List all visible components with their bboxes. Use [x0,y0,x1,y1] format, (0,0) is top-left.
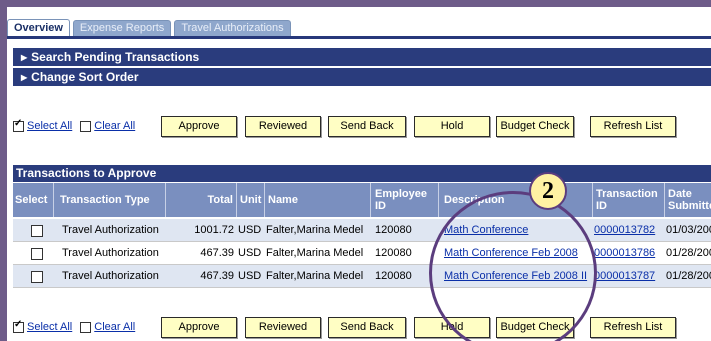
cell-name: Falter,Marina Medel [266,224,364,236]
cell-transaction-type: Travel Authorization [62,270,159,282]
reviewed-button[interactable]: Reviewed [245,116,321,137]
top-action-row: Select All Clear All Approve Reviewed Se… [13,115,711,137]
col-employee-id[interactable]: Employee ID [371,183,439,217]
select-all-link[interactable]: Select All [27,321,72,333]
select-all-checkbox-icon [13,319,24,333]
description-link[interactable]: Math Conference Feb 2008 II [444,270,587,282]
column-header-row: Select Transaction Type Total Unit Name … [13,183,711,217]
tab-overview[interactable]: Overview [7,19,70,36]
description-link[interactable]: Math Conference [444,224,528,236]
approve-button[interactable]: Approve [161,116,237,137]
hold-button[interactable]: Hold [414,317,490,338]
transaction-id-link[interactable]: 0000013782 [594,224,655,236]
tab-strip: Overview Expense Reports Travel Authoriz… [7,19,294,36]
cell-total: 467.39 [200,270,234,282]
col-name[interactable]: Name [265,183,371,217]
select-all-link[interactable]: Select All [27,120,72,132]
cell-total: 1001.72 [194,224,234,236]
change-sort-section[interactable]: ▶ Change Sort Order [13,68,711,86]
cell-unit: USD [238,270,262,282]
cell-employee-id: 120080 [375,247,412,259]
row-select-checkbox[interactable] [31,225,43,237]
cell-transaction-type: Travel Authorization [62,247,159,259]
refresh-list-button[interactable]: Refresh List [590,317,676,338]
col-transaction-type[interactable]: Transaction Type [54,183,166,217]
grid-title-bar: Transactions to Approve [13,165,711,182]
col-description[interactable]: Description [439,183,593,217]
search-pending-label: Search Pending Transactions [31,50,200,64]
table-row: Travel Authorization 467.39 USD Falter,M… [13,265,711,288]
cell-employee-id: 120080 [375,270,412,282]
row-select-checkbox[interactable] [31,271,43,283]
table-row: Travel Authorization 1001.72 USD Falter,… [13,219,711,242]
bottom-action-row: Select All Clear All Approve Reviewed Se… [13,316,711,338]
cell-employee-id: 120080 [375,224,412,236]
expand-arrow-icon: ▶ [21,73,28,82]
search-pending-section[interactable]: ▶ Search Pending Transactions [13,48,711,66]
approve-button[interactable]: Approve [161,317,237,338]
send-back-button[interactable]: Send Back [328,116,406,137]
description-link[interactable]: Math Conference Feb 2008 [444,247,578,259]
col-unit[interactable]: Unit [237,183,265,217]
transaction-id-link[interactable]: 0000013787 [594,270,655,282]
col-transaction-id[interactable]: Transaction ID [593,183,665,217]
col-total[interactable]: Total [166,183,237,217]
select-all-checkbox-icon [13,118,24,132]
grid-title: Transactions to Approve [16,166,157,180]
clear-all-checkbox-icon [80,120,92,132]
budget-check-button[interactable]: Budget Check [496,116,574,137]
tab-travel-authorizations[interactable]: Travel Authorizations [174,20,291,36]
col-select: Select [13,183,54,217]
clear-all-link[interactable]: Clear All [94,120,135,132]
clear-all-checkbox-icon [80,321,92,333]
send-back-button[interactable]: Send Back [328,317,406,338]
tab-expense-reports[interactable]: Expense Reports [72,20,172,36]
cell-date-submitted: 01/28/2008 [666,247,711,259]
hold-button[interactable]: Hold [414,116,490,137]
tab-underline [7,36,711,39]
cell-name: Falter,Marina Medel [266,270,364,282]
cell-unit: USD [238,224,262,236]
row-select-checkbox[interactable] [31,248,43,260]
reviewed-button[interactable]: Reviewed [245,317,321,338]
cell-date-submitted: 01/03/2008 [666,224,711,236]
refresh-list-button[interactable]: Refresh List [590,116,676,137]
expand-arrow-icon: ▶ [21,53,28,62]
cell-total: 467.39 [200,247,234,259]
callout-step-badge: 2 [529,172,567,210]
cell-date-submitted: 01/28/2008 [666,270,711,282]
transaction-id-link[interactable]: 0000013786 [594,247,655,259]
page-frame: Overview Expense Reports Travel Authoriz… [7,7,711,341]
budget-check-button[interactable]: Budget Check [496,317,574,338]
cell-unit: USD [238,247,262,259]
cell-transaction-type: Travel Authorization [62,224,159,236]
cell-name: Falter,Marina Medel [266,247,364,259]
col-date-submitted[interactable]: Date Submitted [665,183,711,217]
table-row: Travel Authorization 467.39 USD Falter,M… [13,242,711,265]
clear-all-link[interactable]: Clear All [94,321,135,333]
change-sort-label: Change Sort Order [31,70,139,84]
